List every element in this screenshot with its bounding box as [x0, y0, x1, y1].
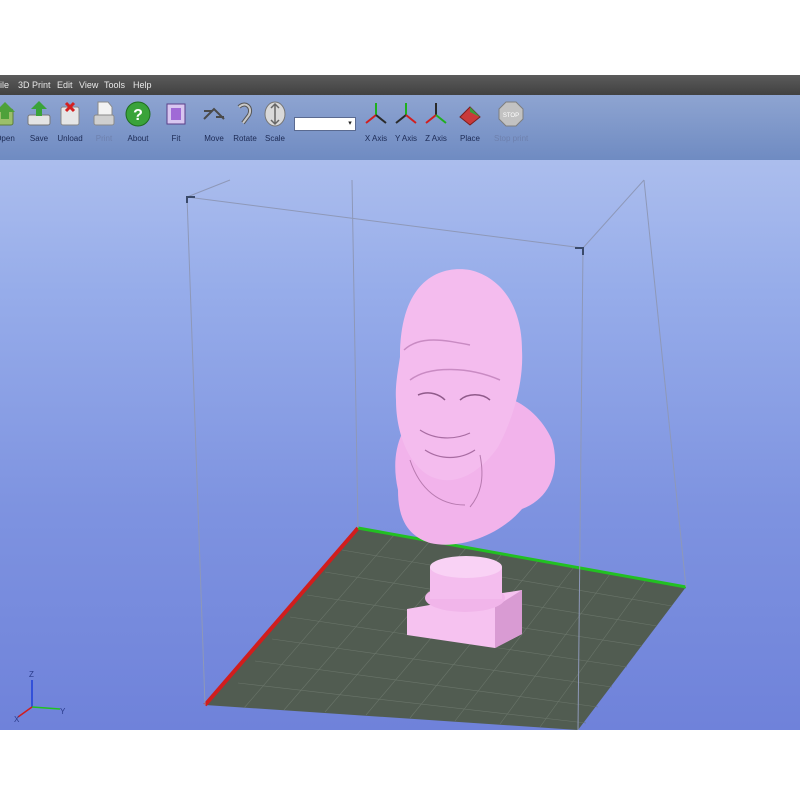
y-axis-button[interactable]: Y Axis [389, 99, 423, 143]
stop-icon-text: STOP [503, 113, 519, 119]
menu-3d-print[interactable]: 3D Print [18, 80, 51, 90]
unload-label: Unload [57, 134, 83, 143]
x-axis-icon [365, 103, 387, 124]
stop-icon: STOP [498, 101, 524, 127]
rotate-button[interactable]: Rotate [228, 99, 262, 143]
about-label: About [127, 134, 149, 143]
save-icon [27, 101, 51, 126]
printer-icon [93, 101, 115, 126]
stop-print-button[interactable]: STOP Stop print [494, 99, 528, 143]
y-axis-label: Y Axis [394, 134, 418, 143]
place-button[interactable]: Place [453, 99, 487, 143]
move-label: Move [204, 134, 224, 143]
scale-icon [264, 101, 286, 127]
open-icon [0, 102, 15, 126]
stop-print-label: Stop print [494, 134, 529, 143]
fit-label: Fit [171, 134, 181, 143]
fit-icon [166, 103, 186, 125]
move-button[interactable]: Move [197, 99, 231, 143]
fit-button[interactable]: Fit [159, 99, 193, 143]
axis-x-label: X [14, 715, 20, 724]
about-button[interactable]: ? About [121, 99, 155, 143]
app-window: ile 3D Print Edit View Tools Help Open S… [0, 75, 800, 730]
3d-viewport[interactable]: Open Save Unload [0, 95, 800, 730]
help-icon: ? [125, 101, 151, 127]
axis-y-label: Y [60, 707, 66, 716]
z-axis-icon [425, 103, 447, 124]
unload-icon [60, 101, 80, 126]
print-button[interactable]: Print [87, 99, 121, 143]
rotate-icon [237, 102, 252, 125]
open-label: Open [0, 134, 15, 143]
toolbar: Open Save Unload [0, 95, 800, 160]
menu-tools[interactable]: Tools [104, 80, 125, 90]
menu-edit[interactable]: Edit [57, 80, 73, 90]
svg-text:?: ? [133, 107, 143, 124]
open-button[interactable]: Open [0, 99, 22, 143]
scale-button[interactable]: Scale [258, 99, 292, 143]
z-axis-label: Z Axis [425, 134, 447, 143]
x-axis-label: X Axis [364, 134, 388, 143]
save-button[interactable]: Save [22, 99, 56, 143]
menu-view[interactable]: View [79, 80, 98, 90]
y-axis-icon [395, 103, 417, 124]
chevron-down-icon: ▾ [348, 120, 352, 127]
place-label: Place [459, 134, 480, 143]
unload-button[interactable]: Unload [53, 99, 87, 143]
axis-indicator: Z Y X [14, 670, 66, 724]
save-label: Save [29, 134, 49, 143]
menu-help[interactable]: Help [133, 80, 152, 90]
move-icon [203, 107, 225, 120]
scene: Z Y X [14, 179, 687, 730]
rotate-label: Rotate [233, 134, 257, 143]
volume-corner [575, 247, 584, 255]
x-axis-button[interactable]: X Axis [359, 99, 393, 143]
menu-file[interactable]: ile [0, 80, 9, 90]
place-icon [459, 106, 481, 126]
volume-corner [186, 196, 195, 203]
axis-z-label: Z [29, 670, 34, 679]
zoom-select[interactable]: ▾ [294, 117, 356, 131]
menu-bar: ile 3D Print Edit View Tools Help [0, 75, 800, 95]
scale-label: Scale [264, 134, 285, 143]
print-label: Print [95, 134, 113, 143]
z-axis-button[interactable]: Z Axis [419, 99, 453, 143]
